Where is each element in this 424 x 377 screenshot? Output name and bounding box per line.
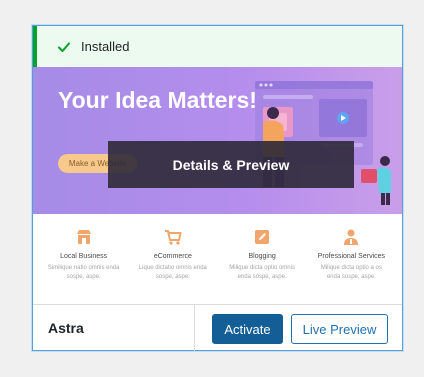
- feature-title: Professional Services: [317, 253, 386, 260]
- installed-notice: Installed: [33, 26, 402, 67]
- feature-local-business: Local Business Similique natio omnis end…: [39, 228, 128, 304]
- feature-description: Lique dictatio omnis enda sospe, aspe.: [138, 265, 207, 280]
- store-icon: [76, 230, 91, 244]
- activate-button[interactable]: Activate: [212, 314, 283, 344]
- hero-title: Your Idea Matters!: [58, 87, 257, 113]
- theme-screenshot[interactable]: Your Idea Matters! Make a Website Local …: [33, 67, 402, 304]
- feature-title: Local Business: [60, 253, 108, 260]
- footer-divider: [194, 305, 195, 351]
- theme-name: Astra: [48, 320, 84, 336]
- theme-card[interactable]: Installed Your Idea Matters! Make a Webs…: [32, 25, 403, 351]
- feature-title: eCommerce: [153, 253, 192, 260]
- notice-text: Installed: [81, 39, 130, 54]
- feature-description: Similique natio omnis enda sospe, aspe.: [47, 265, 120, 280]
- screenshot-features: Local Business Similique natio omnis end…: [33, 214, 402, 304]
- cart-icon: [164, 230, 182, 245]
- theme-card-footer: Astra Activate Live Preview: [33, 304, 402, 351]
- feature-ecommerce: eCommerce Lique dictatio omnis enda sosp…: [128, 228, 217, 304]
- feature-title: Blogging: [248, 253, 276, 260]
- feature-blogging: Blogging Milique dicta optio omnis enda …: [218, 228, 307, 304]
- live-preview-button[interactable]: Live Preview: [291, 314, 388, 344]
- feature-description: Milique dicta optio a os enda sospe, asp…: [320, 265, 382, 280]
- pencil-icon: [255, 230, 270, 244]
- details-preview-overlay[interactable]: Details & Preview: [108, 141, 354, 188]
- person-icon: [344, 229, 359, 245]
- feature-description: Milique dicta optio omnis enda sospe, as…: [229, 265, 295, 280]
- checkmark-icon: [58, 42, 70, 52]
- feature-professional-services: Professional Services Milique dicta opti…: [307, 228, 396, 304]
